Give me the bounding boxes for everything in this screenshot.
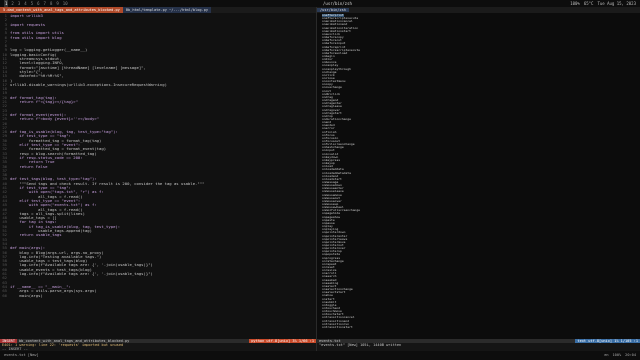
bottom-left-text: events.txt [New] [4,353,39,357]
editor-pane[interactable]: 5.dad_content_with_anal_tags_and_attribu… [0,7,317,351]
terminal-tab[interactable]: /usr/bin/zsh [317,8,349,12]
line-number: 66 [2,292,7,298]
bottom-tray-item: 100% [612,353,622,357]
window-title: /usr/bin/zsh [323,1,352,6]
events-list[interactable]: onafterprint onafterscriptexecute onanimat… [317,13,640,339]
workspace-1[interactable]: 1 [4,0,9,7]
code-line[interactable]: log.info(f"Available tags are: {', '.joi… [10,271,153,276]
cursor-position: text utf-8[unix] 1% 1/105 :1 [575,339,640,343]
terminal-pane[interactable]: /usr/bin/zsh onafterprint onafterscriptex… [317,7,640,351]
system-tray: 100% 65°C Tue Aug 15, 2023 [570,0,636,7]
workspace-5[interactable]: 5 [30,0,34,7]
bottom-tray-item: 20:04 [625,353,636,357]
editor-statusline: INSERT bb_content_with_anal_tags_and_att… [0,339,316,351]
top-bar: 1 2 3 4 5 6 7 8 9 10 /usr/bin/zsh 100% 65°C Tue Aug… [0,0,640,7]
bottom-bar: events.txt [New] en 100% 20:04 [0,351,640,360]
workspace-2[interactable]: 2 [10,0,14,7]
code-line[interactable]: return f"<body {event}=''></body>" [10,116,99,121]
code-line[interactable]: return usable_tags [10,232,61,237]
workspace-list: 1 2 3 4 5 6 7 8 9 10 [4,0,69,7]
cursor-position: python utf-8[unix] 3% 1/66 :1 [249,339,316,343]
bottom-tray-item: en [604,353,609,357]
tray-item: Tue Aug 15, 2023 [597,1,636,6]
terminal-statusline: events.txt text utf-8[unix] 1% 1/105 :1 … [317,339,640,351]
code-line[interactable]: urllib3.disable_warnings(urllib3.excepti… [10,82,167,87]
bottom-right-tray: en 100% 20:04 [604,351,636,360]
code-line[interactable]: datefmt="%H:%M:%S", [10,73,64,78]
workspace-6[interactable]: 6 [36,0,40,7]
workspace-3[interactable]: 3 [17,0,21,7]
code-line[interactable]: import requests [10,22,45,27]
code-line[interactable]: return f"<{tag}></{tag}>" [10,99,78,104]
code-line[interactable]: return False [10,164,47,169]
workspace-9[interactable]: 9 [55,0,59,7]
code-line[interactable]: main(args) [10,293,42,298]
workspace-10[interactable]: 10 [62,0,69,7]
tray-item: 65°C [583,1,594,6]
event-item[interactable]: ontransitionstart [322,325,353,329]
code-line[interactable]: from utils import blog [10,35,62,40]
desktop: 1 2 3 4 5 6 7 8 9 10 /usr/bin/zsh 100% 65°C Tue Aug… [0,0,640,360]
workspace-4[interactable]: 4 [23,0,27,7]
tray-item: 100% [570,1,580,6]
workspace-8[interactable]: 8 [49,0,53,7]
write-message: "events.txt" [New] 105L, 1440B written [319,343,402,347]
code-area[interactable]: 1 import urllib3 2 3 import requests 4 5 from u… [0,13,316,339]
workspace-7[interactable]: 7 [43,0,47,7]
code-line[interactable]: import urllib3 [10,13,43,18]
